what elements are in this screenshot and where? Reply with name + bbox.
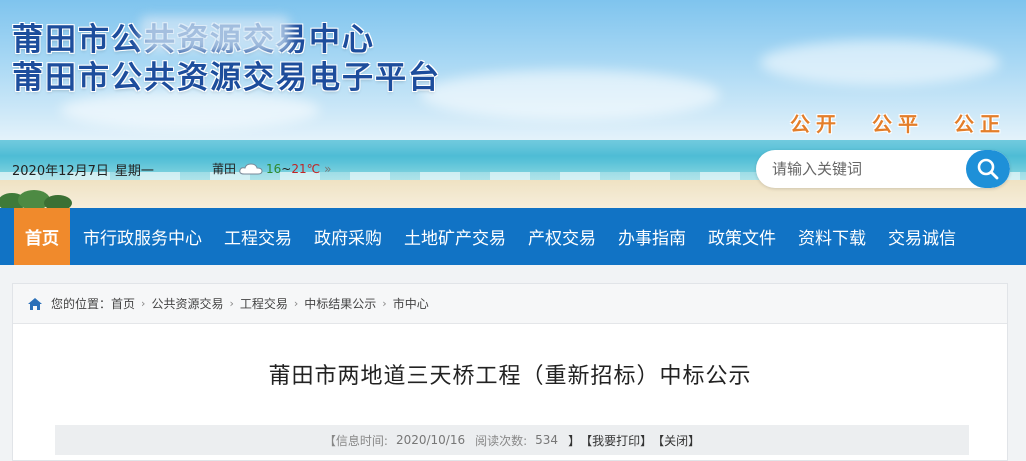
trees-decoration [0, 190, 72, 208]
close-link[interactable]: 【关闭】 [652, 432, 700, 449]
nav-item-engineering-trade[interactable]: 工程交易 [213, 208, 303, 265]
date-text: 2020年12月7日 [12, 164, 109, 179]
title-blur-mask [140, 16, 290, 52]
temp-low: 16 [266, 161, 282, 176]
slogan-open: 公开 [790, 112, 842, 136]
breadcrumb: 您的位置： 首页 › 公共资源交易 › 工程交易 › 中标结果公示 › 市中心 [13, 284, 1007, 324]
date-display: 2020年12月7日 星期一 [12, 160, 154, 179]
chevron-right-icon: › [141, 297, 146, 310]
cloud-decoration [420, 70, 720, 120]
site-subtitle: 莆田市公共资源交易电子平台 [12, 60, 441, 96]
meta-time-value: 2020/10/16 [395, 433, 466, 447]
temp-high: 21℃ [291, 161, 321, 176]
meta-close-bracket: 】 [568, 433, 581, 448]
chevron-right-icon: › [293, 297, 299, 310]
search-icon [977, 158, 999, 180]
main-nav: 首页 市行政服务中心 工程交易 政府采购 土地矿产交易 产权交易 办事指南 政策… [0, 208, 1026, 265]
meta-time-label: 【信息时间: [323, 433, 388, 448]
nav-item-downloads[interactable]: 资料下载 [787, 208, 877, 265]
search-button[interactable] [966, 150, 1010, 188]
temp-separator: ~ [281, 161, 292, 176]
slogan: 公开 公平 公正 [790, 108, 1006, 137]
breadcrumb-home[interactable]: 首页 [111, 295, 135, 312]
nav-item-property-trade[interactable]: 产权交易 [517, 208, 607, 265]
header-banner: 莆田市公共资源交易中心 莆田市公共资源交易电子平台 公开 公平 公正 2020年… [0, 0, 1026, 208]
article-meta: 【信息时间: 2020/10/16 阅读次数: 534 】 【我要打印】 【关闭… [55, 425, 969, 455]
nav-item-admin-service-center[interactable]: 市行政服务中心 [72, 208, 213, 265]
cloud-icon [239, 162, 263, 174]
breadcrumb-engineering-trade[interactable]: 工程交易 [240, 295, 288, 312]
nav-item-land-mineral-trade[interactable]: 土地矿产交易 [393, 208, 517, 265]
weather-more-link[interactable]: » [324, 162, 331, 176]
search-box [756, 150, 1010, 188]
slogan-just: 公正 [954, 112, 1006, 136]
search-input[interactable] [756, 150, 966, 188]
slogan-fair: 公平 [872, 112, 924, 136]
chevron-right-icon: › [229, 297, 234, 310]
article-title: 莆田市两地道三天桥工程（重新招标）中标公示 [268, 364, 752, 389]
weather-city: 莆田 [212, 162, 237, 176]
nav-item-government-procurement[interactable]: 政府采购 [303, 208, 393, 265]
weekday-text: 星期一 [114, 164, 154, 179]
nav-item-policy-documents[interactable]: 政策文件 [697, 208, 787, 265]
print-link[interactable]: 【我要打印】 [580, 432, 652, 449]
cloud-decoration [760, 40, 1000, 85]
meta-views-label: 阅读次数: [475, 433, 528, 448]
article-panel: 您的位置： 首页 › 公共资源交易 › 工程交易 › 中标结果公示 › 市中心 … [12, 283, 1008, 461]
meta-views-value: 534 [535, 433, 559, 447]
breadcrumb-city-center[interactable]: 市中心 [393, 295, 429, 312]
breadcrumb-award-results[interactable]: 中标结果公示 [304, 295, 376, 312]
nav-item-home[interactable]: 首页 [14, 208, 70, 265]
home-icon [27, 297, 43, 311]
chevron-right-icon: › [382, 297, 387, 310]
breadcrumb-public-resource-trade[interactable]: 公共资源交易 [151, 295, 223, 312]
breadcrumb-prefix: 您的位置： [51, 297, 112, 311]
weather-widget[interactable]: 莆田 16 ~ 21℃ » [212, 160, 331, 177]
nav-item-trade-credit[interactable]: 交易诚信 [877, 208, 967, 265]
nav-item-service-guide[interactable]: 办事指南 [607, 208, 697, 265]
